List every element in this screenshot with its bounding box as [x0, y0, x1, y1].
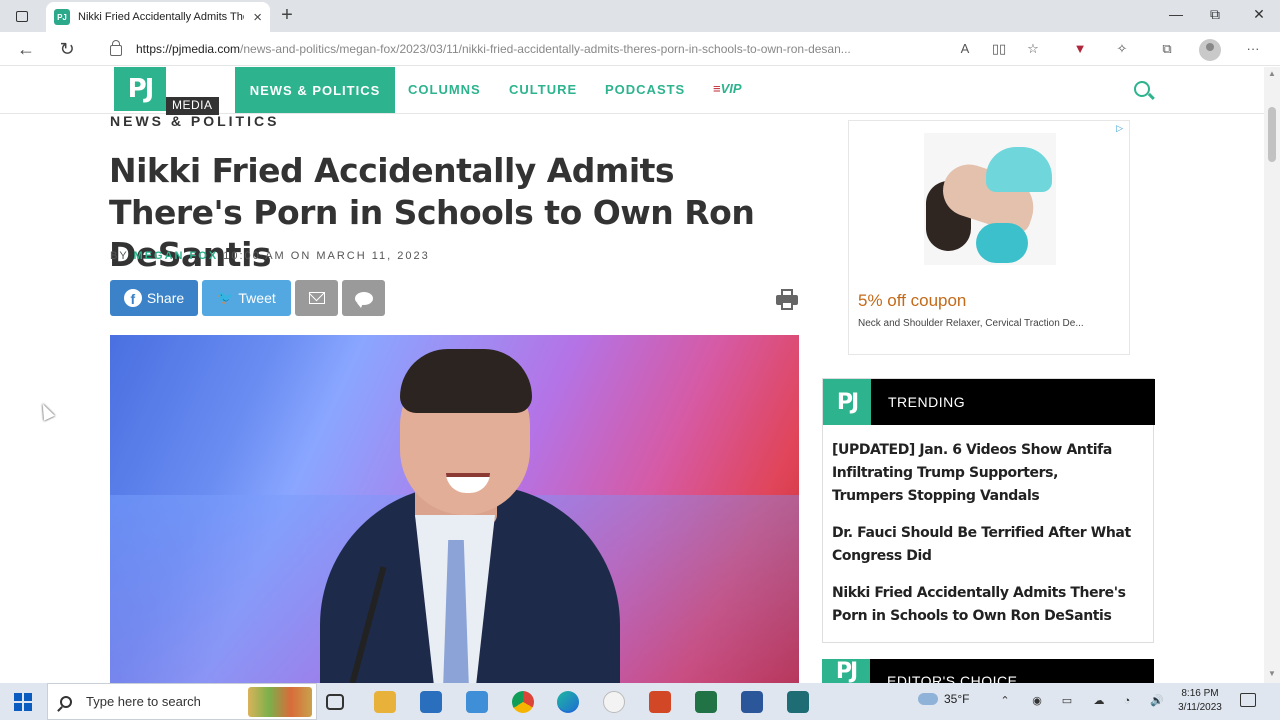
tab-close-icon[interactable]: ×	[253, 9, 262, 26]
article-byline: BY MEGAN FOX 10:00 AM ON MARCH 11, 2023	[110, 250, 430, 262]
collections-icon[interactable]: ⧉	[1158, 41, 1176, 57]
comment-icon	[354, 291, 373, 308]
minimize-button[interactable]: —	[1166, 6, 1186, 22]
nav-podcasts[interactable]: PODCASTS	[605, 82, 685, 97]
taskbar-search-box[interactable]: Type here to search	[47, 683, 317, 720]
article-timestamp: 10:00 AM ON MARCH 11, 2023	[223, 250, 430, 262]
extension-icon[interactable]: ▼	[1071, 41, 1089, 57]
reload-button[interactable]: ↻	[55, 38, 79, 60]
site-header: PJ MEDIA NEWS & POLITICS COLUMNS CULTURE…	[0, 67, 1264, 115]
taskbar-clock[interactable]: 8:16 PM 3/11/2023	[1170, 687, 1230, 715]
nav-vip[interactable]: ≡VIP	[713, 81, 742, 96]
browser-tab-bar: PJ Nikki Fried Accidentally Admits There…	[0, 0, 1280, 32]
restore-button[interactable]: ⧉	[1205, 6, 1225, 23]
article-hero-image	[110, 335, 799, 685]
tab-title: Nikki Fried Accidentally Admits There's …	[78, 11, 244, 23]
lock-icon[interactable]	[110, 40, 122, 56]
search-icon[interactable]	[1134, 81, 1150, 97]
windows-taskbar: Type here to search 35°F ⌃ ◉ ▭ ☁ ◔ 🔊 8:1…	[0, 683, 1280, 720]
itunes-icon[interactable]	[603, 691, 625, 713]
email-share-button[interactable]	[295, 280, 338, 316]
extensions-puzzle-icon[interactable]: ✧	[1113, 41, 1131, 57]
article-category[interactable]: NEWS & POLITICS	[110, 113, 279, 129]
read-aloud-icon[interactable]: A	[956, 41, 974, 57]
ad-coupon-text[interactable]: 5% off coupon	[858, 291, 966, 311]
immersive-reader-icon[interactable]: ▯▯	[990, 41, 1008, 57]
notification-center-icon[interactable]	[1240, 693, 1256, 707]
author-link[interactable]: MEGAN FOX	[134, 250, 219, 262]
ad-choices-icon[interactable]: ▷	[1116, 123, 1123, 134]
edge-icon[interactable]	[557, 691, 579, 713]
search-highlight-image[interactable]	[248, 686, 312, 717]
network-icon[interactable]: ◔	[1120, 694, 1134, 708]
twitter-share-button[interactable]: 🐦 Tweet	[202, 280, 291, 316]
file-explorer-icon[interactable]	[374, 691, 396, 713]
nav-news-politics[interactable]: NEWS & POLITICS	[235, 67, 395, 113]
mouse-cursor-icon	[37, 401, 55, 421]
address-bar-row: ← ↻ https://pjmedia.com/news-and-politic…	[0, 32, 1280, 66]
tray-chevron-icon[interactable]: ⌃	[998, 694, 1012, 708]
store-icon[interactable]	[420, 691, 442, 713]
print-icon[interactable]	[776, 289, 798, 311]
browser-tab-active[interactable]: PJ Nikki Fried Accidentally Admits There…	[46, 2, 270, 32]
battery-icon[interactable]: ▭	[1060, 694, 1074, 708]
facebook-icon: f	[123, 289, 142, 307]
powerpoint-icon[interactable]	[649, 691, 671, 713]
close-window-button[interactable]: ✕	[1249, 6, 1269, 23]
favorite-star-icon[interactable]: ☆	[1024, 41, 1042, 57]
url-field[interactable]: https://pjmedia.com/news-and-politics/me…	[100, 36, 960, 62]
pj-logo: PJ	[823, 379, 871, 425]
ad-description[interactable]: Neck and Shoulder Relaxer, Cervical Trac…	[858, 318, 1118, 329]
nav-columns[interactable]: COLUMNS	[408, 82, 481, 97]
nav-culture[interactable]: CULTURE	[509, 82, 577, 97]
mail-icon[interactable]	[466, 691, 488, 713]
windows-start-icon[interactable]	[14, 693, 32, 711]
url-text: https://pjmedia.com/news-and-politics/me…	[136, 42, 851, 56]
excel-icon[interactable]	[695, 691, 717, 713]
task-view-icon[interactable]	[326, 694, 344, 710]
taskbar-search-placeholder: Type here to search	[86, 694, 201, 709]
chrome-icon[interactable]	[512, 691, 534, 713]
trending-item[interactable]: Nikki Fried Accidentally Admits There's …	[832, 582, 1132, 628]
more-menu-button[interactable]: ···	[1244, 41, 1262, 57]
page-scrollbar[interactable]: ▲ ▼	[1264, 67, 1280, 683]
trending-item[interactable]: [UPDATED] Jan. 6 Videos Show Antifa Infi…	[832, 439, 1132, 508]
search-icon	[60, 695, 72, 708]
trending-widget: PJ TRENDING [UPDATED] Jan. 6 Videos Show…	[822, 378, 1155, 643]
word-icon[interactable]	[741, 691, 763, 713]
cloud-icon	[918, 693, 938, 705]
back-button[interactable]: ←	[14, 38, 38, 60]
comments-button[interactable]	[342, 280, 385, 316]
facebook-share-button[interactable]: f Share	[110, 280, 198, 316]
twitter-icon: 🐦	[217, 290, 234, 305]
onedrive-icon[interactable]: ☁	[1092, 694, 1106, 708]
trending-title: TRENDING	[888, 394, 966, 410]
new-tab-button[interactable]: +	[276, 4, 298, 26]
scroll-thumb[interactable]	[1268, 107, 1276, 162]
ad-product-image[interactable]	[924, 133, 1056, 265]
tab-actions-icon[interactable]	[10, 6, 34, 26]
meet-now-icon[interactable]: ◉	[1030, 694, 1044, 708]
pj-favicon-icon: PJ	[54, 9, 70, 25]
pj-media-logo[interactable]: PJ	[114, 67, 166, 111]
volume-icon[interactable]: 🔊	[1150, 694, 1164, 708]
sidebar-ad[interactable]: ▷ 5% off coupon Neck and Shoulder Relaxe…	[848, 120, 1130, 355]
trending-header: PJ TRENDING	[823, 379, 1155, 425]
email-icon	[308, 292, 325, 304]
weather-widget[interactable]: 35°F	[918, 692, 969, 706]
media-app-icon[interactable]	[787, 691, 809, 713]
scroll-down-icon[interactable]: ▼	[1268, 669, 1276, 678]
trending-item[interactable]: Dr. Fauci Should Be Terrified After What…	[832, 522, 1132, 568]
profile-avatar[interactable]	[1199, 39, 1221, 61]
flag-icon: ≡	[713, 81, 721, 96]
scroll-up-icon[interactable]: ▲	[1268, 69, 1276, 78]
